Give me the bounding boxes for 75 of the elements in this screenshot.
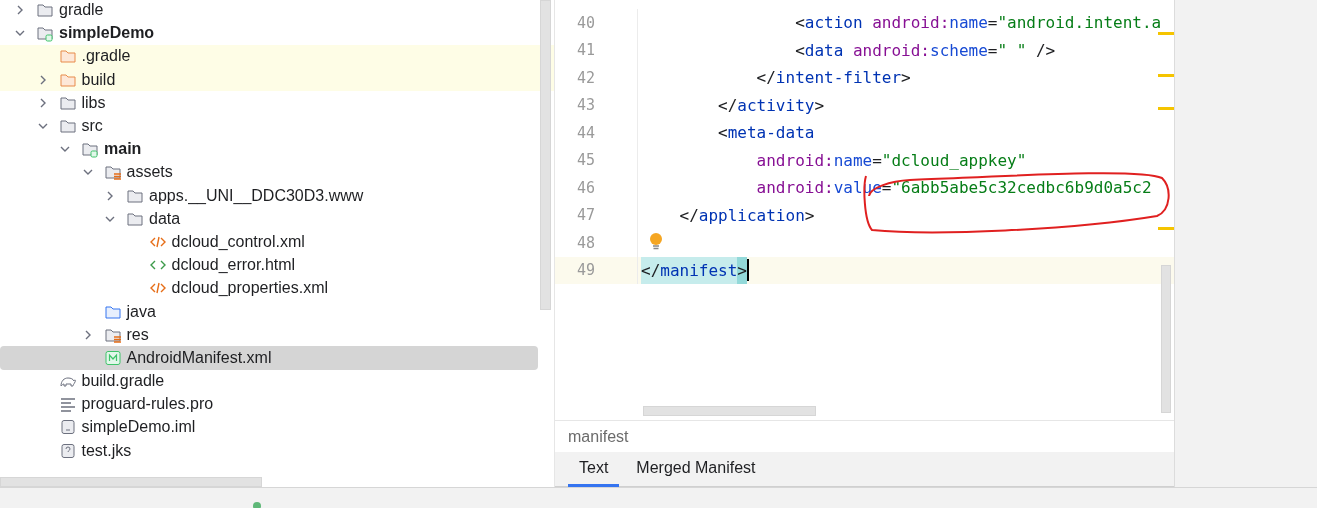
- scrollbar-thumb[interactable]: [540, 0, 551, 310]
- tree-item[interactable]: assets: [0, 160, 554, 184]
- tree-item[interactable]: test.jks: [0, 439, 554, 463]
- item-label: gradle: [59, 1, 104, 20]
- code-line: </application>: [678, 204, 815, 227]
- code-line: <action android:name="android.intent.a: [794, 12, 1162, 35]
- module-folder-icon: [36, 24, 54, 43]
- item-label: proguard-rules.pro: [81, 395, 214, 414]
- item-label: java: [126, 302, 156, 321]
- tree-item[interactable]: res: [0, 323, 554, 347]
- item-label: res: [126, 325, 149, 344]
- scrollbar-thumb[interactable]: [643, 406, 816, 416]
- line-number: 41: [576, 41, 597, 60]
- editor-tab[interactable]: Merged Manifest: [625, 452, 767, 487]
- line-number: 45: [576, 151, 597, 170]
- tree-item[interactable]: dcloud_properties.xml: [0, 276, 554, 300]
- scrollbar-thumb[interactable]: [1161, 265, 1171, 413]
- code-line: <data android:scheme=" " />: [794, 39, 1056, 62]
- tree-item[interactable]: src: [0, 114, 554, 138]
- lightbulb-icon[interactable]: [648, 232, 664, 252]
- tree-item[interactable]: proguard-rules.pro: [0, 392, 554, 416]
- tree-item[interactable]: simpleDemo: [0, 21, 554, 45]
- resource-folder-icon: [103, 163, 122, 182]
- tree-item[interactable]: build: [0, 68, 554, 92]
- tree-item[interactable]: dcloud_error.html: [0, 253, 554, 277]
- folder-icon: [58, 47, 77, 66]
- folder-icon: [58, 117, 77, 136]
- tree-item[interactable]: apps.__UNI__DDC30D3.www: [0, 184, 554, 208]
- tree-item[interactable]: dcloud_control.xml: [0, 230, 554, 254]
- line-number: 49: [576, 261, 597, 280]
- tree-item[interactable]: .gradle: [0, 44, 554, 69]
- item-label: .gradle: [81, 47, 131, 66]
- item-label: simpleDemo.iml: [81, 418, 196, 437]
- item-label: simpleDemo: [59, 24, 155, 43]
- item-label: apps.__UNI__DDC30D3.www: [149, 186, 364, 205]
- item-label: build: [81, 70, 116, 89]
- tree-item[interactable]: data: [0, 207, 554, 231]
- tree-item[interactable]: java: [0, 299, 554, 324]
- item-label: build.gradle: [81, 372, 165, 391]
- item-label: dcloud_properties.xml: [171, 279, 329, 298]
- tree-item[interactable]: main: [0, 137, 554, 161]
- unknown-file-icon: [58, 441, 77, 460]
- tree-item[interactable]: AndroidManifest.xml: [0, 346, 538, 370]
- item-label: main: [104, 140, 142, 159]
- item-label: dcloud_control.xml: [171, 232, 305, 251]
- item-label: src: [81, 117, 103, 136]
- code-line: android:name="dcloud_appkey": [755, 149, 1027, 172]
- line-number: 40: [576, 13, 597, 32]
- module-folder-icon: [81, 140, 99, 159]
- manifest-icon: [103, 348, 122, 367]
- scrollbar-thumb[interactable]: [0, 477, 262, 487]
- line-number: 43: [576, 96, 597, 115]
- line-number: 47: [576, 206, 597, 225]
- line-number: 48: [576, 233, 597, 252]
- tree-item[interactable]: simpleDemo.iml: [0, 415, 554, 440]
- line-number: 44: [576, 123, 597, 142]
- tree-item[interactable]: libs: [0, 91, 554, 115]
- tree-item[interactable]: gradle: [0, 0, 554, 22]
- tree-item[interactable]: build.gradle: [0, 369, 554, 393]
- file-icon: [58, 418, 77, 437]
- code-line: <meta-data: [717, 122, 815, 145]
- code-line: </manifest>: [641, 256, 747, 284]
- status-dot: [253, 502, 261, 508]
- text-lines-icon: [58, 395, 77, 414]
- line-number: 46: [576, 178, 597, 197]
- item-label: data: [149, 209, 181, 228]
- folder-icon: [36, 1, 54, 20]
- item-label: libs: [81, 93, 106, 112]
- code-line: </activity>: [717, 94, 825, 117]
- item-label: test.jks: [81, 441, 132, 460]
- item-label: AndroidManifest.xml: [126, 348, 272, 367]
- item-label: dcloud_error.html: [171, 256, 296, 275]
- item-label: assets: [126, 163, 173, 182]
- code-line: </intent-filter>: [755, 67, 911, 90]
- line-number: 42: [576, 68, 597, 87]
